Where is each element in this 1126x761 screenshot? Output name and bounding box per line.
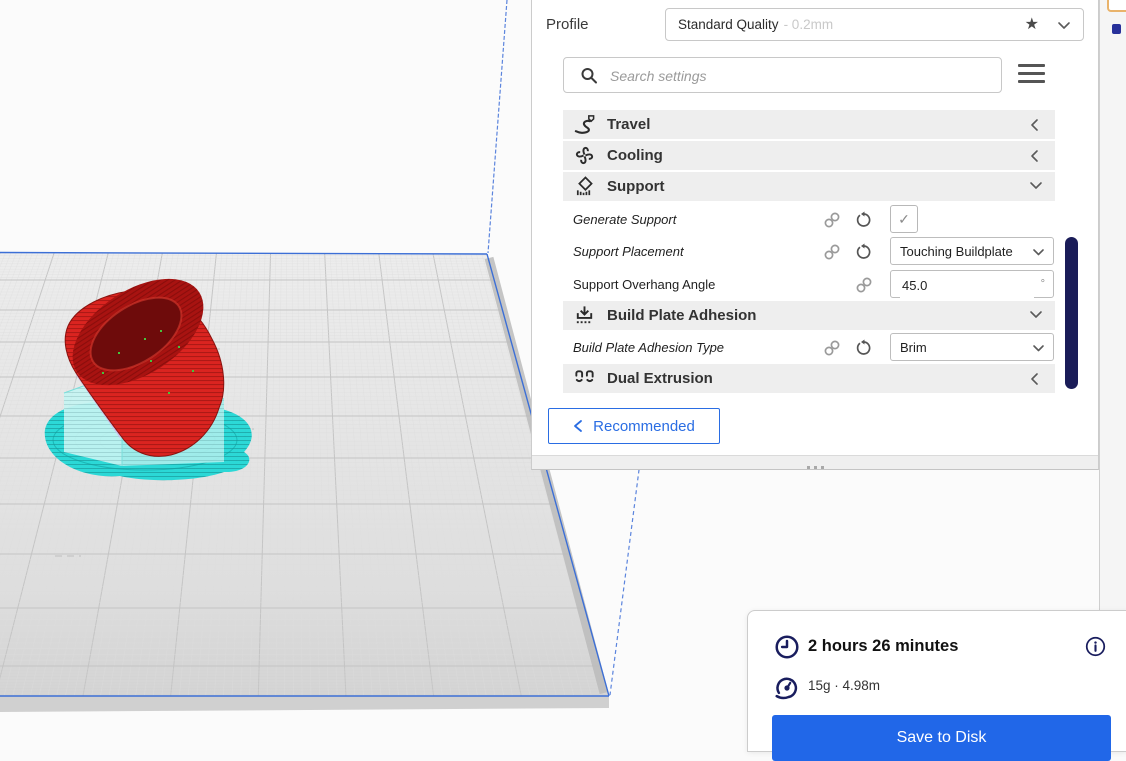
- category-label: Travel: [607, 116, 651, 133]
- link-icon[interactable]: [823, 211, 841, 229]
- dropdown-value: Touching Buildplate: [900, 243, 1013, 259]
- profile-layer-height: - 0.2mm: [783, 17, 834, 32]
- setting-label: Support Overhang Angle: [573, 277, 716, 292]
- link-icon[interactable]: [823, 243, 841, 261]
- material-estimate: 15g · 4.98m: [808, 678, 881, 693]
- recommended-mode-button[interactable]: Recommended: [548, 408, 720, 444]
- category-build-plate-adhesion[interactable]: Build Plate Adhesion: [563, 301, 1055, 330]
- revert-icon[interactable]: [855, 211, 873, 229]
- print-time: 2 hours 26 minutes: [808, 637, 959, 655]
- category-travel[interactable]: Travel: [563, 110, 1055, 139]
- adhesion-type-dropdown[interactable]: Brim: [890, 333, 1054, 361]
- save-to-disk-button[interactable]: Save to Disk: [772, 715, 1111, 761]
- link-icon[interactable]: [823, 339, 841, 357]
- chevron-down-icon: [1030, 311, 1042, 318]
- panel-resize-handle[interactable]: [532, 455, 1098, 469]
- chevron-left-icon: [1031, 150, 1038, 162]
- setting-label: Generate Support: [573, 212, 677, 227]
- category-cooling[interactable]: Cooling: [563, 141, 1055, 170]
- revert-icon[interactable]: [855, 339, 873, 357]
- print-settings-panel: Profile Standard Quality - 0.2mm ★ Trave…: [531, 0, 1099, 470]
- info-icon[interactable]: [1085, 636, 1106, 657]
- travel-icon: [574, 115, 595, 134]
- overhang-angle-field: °: [890, 270, 1054, 298]
- category-label: Dual Extrusion: [607, 370, 713, 387]
- support-icon: [576, 176, 593, 196]
- search-icon: [581, 68, 597, 84]
- overhang-angle-input[interactable]: [900, 272, 1034, 298]
- clock-icon: [775, 635, 799, 659]
- toolbar-fragment-icon: [1112, 24, 1121, 34]
- dropdown-value: Brim: [900, 339, 927, 355]
- chevron-down-icon: [1033, 249, 1044, 256]
- chevron-left-icon: [574, 420, 583, 432]
- spool-icon: [775, 677, 798, 700]
- setting-label: Build Plate Adhesion Type: [573, 340, 725, 355]
- print-job-panel: 2 hours 26 minutes 15g · 4.98m Save to D…: [747, 610, 1126, 761]
- setting-build-plate-adhesion-type: Build Plate Adhesion Type Brim: [563, 333, 1055, 362]
- profile-label: Profile: [546, 16, 589, 33]
- cooling-icon: [575, 146, 594, 165]
- category-label: Support: [607, 178, 665, 195]
- search-settings-box: [563, 57, 1002, 93]
- recommended-label: Recommended: [593, 417, 695, 435]
- setting-support-overhang-angle: Support Overhang Angle °: [563, 270, 1055, 299]
- chevron-left-icon: [1031, 119, 1038, 131]
- generate-support-checkbox[interactable]: ✓: [890, 205, 918, 233]
- profile-dropdown[interactable]: Standard Quality - 0.2mm ★: [665, 8, 1084, 41]
- chevron-down-icon: [1030, 182, 1042, 189]
- link-icon[interactable]: [855, 276, 873, 294]
- profile-value: Standard Quality: [678, 17, 779, 32]
- setting-generate-support: Generate Support ✓: [563, 205, 1055, 234]
- support-placement-dropdown[interactable]: Touching Buildplate: [890, 237, 1054, 265]
- dual-extrusion-icon: [575, 370, 594, 383]
- build-plate-adhesion-icon: [576, 306, 593, 324]
- category-support[interactable]: Support: [563, 172, 1055, 201]
- chevron-down-icon: [1057, 19, 1071, 37]
- unit-label: °: [1040, 278, 1045, 290]
- chevron-down-icon: [1033, 345, 1044, 352]
- toolbar-fragment: [1107, 0, 1126, 12]
- search-input[interactable]: [608, 59, 992, 93]
- category-label: Build Plate Adhesion: [607, 307, 757, 324]
- category-dual-extrusion[interactable]: Dual Extrusion: [563, 364, 1055, 393]
- star-icon[interactable]: ★: [1025, 14, 1039, 34]
- setting-label: Support Placement: [573, 244, 684, 259]
- category-label: Cooling: [607, 147, 663, 164]
- settings-scrollbar[interactable]: [1065, 237, 1078, 389]
- setting-support-placement: Support Placement Touching Buildplate: [563, 237, 1055, 266]
- menu-icon[interactable]: [1018, 64, 1045, 86]
- revert-icon[interactable]: [855, 243, 873, 261]
- chevron-left-icon: [1031, 373, 1038, 385]
